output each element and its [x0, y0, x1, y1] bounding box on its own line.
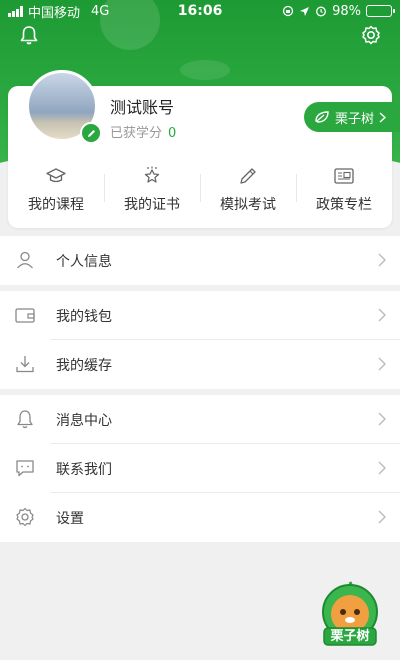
account-name[interactable]: 测试账号 — [110, 94, 174, 118]
notification-bell-icon[interactable] — [18, 24, 40, 46]
lizishu-brand-button[interactable]: 栗子树 — [304, 102, 400, 132]
menu-item-label: 消息中心 — [56, 412, 112, 429]
profile-card: 测试账号 已获学分 0 栗子树 我的课程 我的证书 模拟考试 政策专栏 — [8, 70, 400, 228]
chevron-right-icon — [378, 510, 386, 524]
battery-icon — [366, 5, 395, 17]
chevron-right-icon — [379, 111, 387, 123]
battery-percent: 98% — [332, 3, 361, 19]
menu-item-label: 我的钱包 — [56, 308, 112, 325]
chat-icon — [16, 460, 34, 477]
location-icon — [300, 6, 310, 16]
lock-rotation-icon — [282, 5, 294, 17]
bell-icon — [17, 410, 33, 429]
pencil-icon — [240, 168, 256, 184]
menu-group-wallet: 我的钱包 我的缓存 — [0, 291, 400, 389]
menu-item-label: 设置 — [56, 510, 84, 527]
menu-item-personal-info[interactable]: 个人信息 — [0, 236, 400, 285]
quick-my-courses[interactable]: 我的课程 — [8, 160, 104, 220]
quick-label: 我的证书 — [124, 197, 180, 213]
chevron-right-icon — [378, 357, 386, 371]
quick-label: 政策专栏 — [316, 197, 372, 213]
settings-gear-icon[interactable] — [360, 24, 382, 46]
credit-label: 已获学分 — [110, 126, 163, 141]
quick-policy-column[interactable]: 政策专栏 — [296, 160, 392, 220]
chevron-right-icon — [378, 253, 386, 267]
download-icon — [16, 356, 34, 373]
menu-item-message-center[interactable]: 消息中心 — [0, 395, 400, 444]
quick-label: 模拟考试 — [220, 197, 276, 213]
menu-item-label: 我的缓存 — [56, 357, 112, 374]
quick-label: 我的课程 — [28, 197, 84, 213]
menu-item-contact-us[interactable]: 联系我们 — [0, 444, 400, 493]
signal-icon — [8, 5, 23, 17]
avatar[interactable] — [26, 70, 102, 144]
graduation-cap-icon — [46, 168, 66, 183]
network-type: 4G — [91, 3, 110, 19]
menu-item-settings[interactable]: 设置 — [0, 493, 400, 542]
lizishu-mascot-button[interactable]: 栗子树 — [320, 580, 380, 648]
pencil-icon — [87, 129, 95, 137]
quick-my-certificates[interactable]: 我的证书 — [104, 160, 200, 220]
chevron-right-icon — [378, 461, 386, 475]
carrier-name: 中国移动 — [28, 5, 81, 21]
chevron-right-icon — [378, 412, 386, 426]
credit-info: 已获学分 0 — [110, 122, 176, 141]
brand-button-label: 栗子树 — [335, 111, 375, 127]
menu-item-my-cache[interactable]: 我的缓存 — [0, 340, 400, 389]
edit-avatar-button[interactable] — [80, 122, 102, 144]
leaf-icon — [315, 111, 329, 123]
gear-icon — [16, 507, 34, 527]
user-icon — [17, 251, 33, 269]
wallet-icon — [15, 308, 35, 323]
status-bar: 中国移动 4G 16:06 98% — [0, 0, 400, 22]
quick-actions: 我的课程 我的证书 模拟考试 政策专栏 — [8, 160, 392, 220]
mascot-label: 栗子树 — [330, 629, 370, 644]
status-time: 16:06 — [177, 3, 223, 19]
menu-item-label: 个人信息 — [56, 253, 112, 270]
menu-item-label: 联系我们 — [56, 461, 112, 478]
certificate-icon — [144, 166, 160, 183]
policy-card-icon — [334, 168, 354, 184]
alarm-icon — [316, 6, 327, 17]
menu-group-personal: 个人信息 — [0, 236, 400, 285]
credit-value: 0 — [168, 126, 177, 141]
quick-mock-exam[interactable]: 模拟考试 — [200, 160, 296, 220]
menu-group-misc: 消息中心 联系我们 设置 — [0, 395, 400, 542]
menu-item-my-wallet[interactable]: 我的钱包 — [0, 291, 400, 340]
chevron-right-icon — [378, 308, 386, 322]
